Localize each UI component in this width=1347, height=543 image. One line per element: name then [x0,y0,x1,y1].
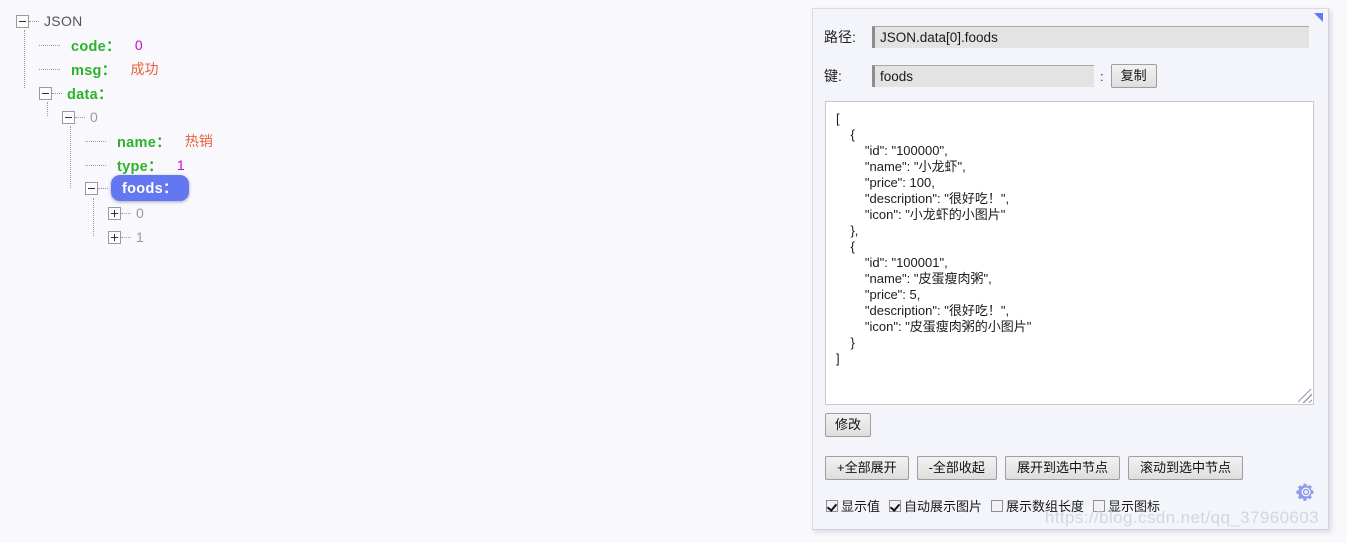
modify-button[interactable]: 修改 [825,413,872,437]
tree-node-type[interactable]: type： 1 [85,153,185,177]
tree-node-label: 0 [136,205,145,221]
collapse-all-button[interactable]: -全部收起 [916,456,997,480]
option-label: 自动展示图片 [904,499,983,514]
json-tree-panel: JSON code： 0 msg： 成功 data： 0 name： 热销 ty… [0,0,800,543]
tree-node-root[interactable]: JSON [16,9,83,33]
tree-leaf-elbow-icon [85,136,106,147]
tree-node-label: msg： [71,62,117,79]
tree-node-label: type： [117,158,163,175]
option-label: 显示值 [841,499,881,514]
expander-plus-icon[interactable] [108,206,121,220]
key-row: 键: : 复制 [824,64,1157,88]
collapse-triangle-icon[interactable] [1314,13,1323,22]
tree-node-label: data： [67,86,113,103]
tree-node-foods-selected[interactable]: foods： [85,175,189,201]
tree-node-value: 成功 [130,61,159,77]
tree-connector [93,198,94,236]
detail-side-panel: 路径: 键: : 复制 [ { "id": "100000", "name": … [812,8,1329,530]
tree-connector-stub [52,93,62,94]
tree-node-label: JSON [44,13,83,29]
key-colon-separator: : [1100,68,1104,84]
path-input[interactable] [872,26,1309,48]
expander-minus-icon[interactable] [85,181,98,195]
option-show-value[interactable]: 显示值 [826,496,880,515]
path-row: 路径: [824,26,1309,48]
tree-node-label: name： [117,134,171,151]
key-input[interactable] [872,65,1094,87]
tree-node-value: 热销 [184,133,213,149]
key-label: 键: [824,68,842,84]
tree-action-button-row: +全部展开 -全部收起 展开到选中节点 滚动到选中节点 [825,456,1243,480]
expander-minus-icon[interactable] [16,14,29,28]
checkbox-unchecked-icon[interactable] [991,499,1004,512]
scroll-to-selected-button[interactable]: 滚动到选中节点 [1127,456,1243,480]
tree-connector-stub [121,213,131,214]
tree-node-foods-0[interactable]: 0 [108,201,144,225]
tree-connector-stub [98,188,108,189]
tree-connector-stub [75,117,85,118]
option-auto-show-image[interactable]: 自动展示图片 [889,496,982,515]
tree-connector [24,30,25,88]
json-value-text: [ { "id": "100000", "name": "小龙虾", "pric… [836,111,1032,366]
tree-node-label: 0 [90,109,99,125]
textarea-resize-handle[interactable] [1298,389,1312,403]
gear-icon[interactable] [1296,482,1316,502]
tree-node-code[interactable]: code： 0 [39,33,143,57]
tree-node-data[interactable]: data： [39,81,113,105]
json-value-textarea[interactable]: [ { "id": "100000", "name": "小龙虾", "pric… [825,101,1314,405]
expander-minus-icon[interactable] [39,86,52,100]
expand-to-selected-button[interactable]: 展开到选中节点 [1004,456,1120,480]
path-label: 路径: [824,29,856,45]
tree-node-label: foods： [111,175,189,201]
tree-leaf-elbow-icon [39,64,60,75]
tree-node-data-0[interactable]: 0 [62,105,98,129]
tree-node-value: 0 [134,37,143,53]
tree-connector [70,126,71,188]
tree-node-name[interactable]: name： 热销 [85,129,213,153]
checkbox-checked-icon[interactable] [889,499,902,512]
tree-node-foods-1[interactable]: 1 [108,225,144,249]
tree-node-label: 1 [136,229,145,245]
expander-minus-icon[interactable] [62,110,75,124]
expander-plus-icon[interactable] [108,230,121,244]
tree-node-msg[interactable]: msg： 成功 [39,57,159,81]
tree-leaf-elbow-icon [85,160,106,171]
watermark-text: https://blog.csdn.net/qq_37960603 [1044,508,1319,527]
expand-all-button[interactable]: +全部展开 [825,456,909,480]
tree-node-value: 1 [176,157,185,173]
copy-button[interactable]: 复制 [1110,64,1157,88]
tree-connector-stub [121,237,131,238]
tree-connector-stub [29,21,39,22]
checkbox-checked-icon[interactable] [826,499,838,512]
tree-leaf-elbow-icon [39,40,60,51]
tree-node-label: code： [71,38,121,55]
